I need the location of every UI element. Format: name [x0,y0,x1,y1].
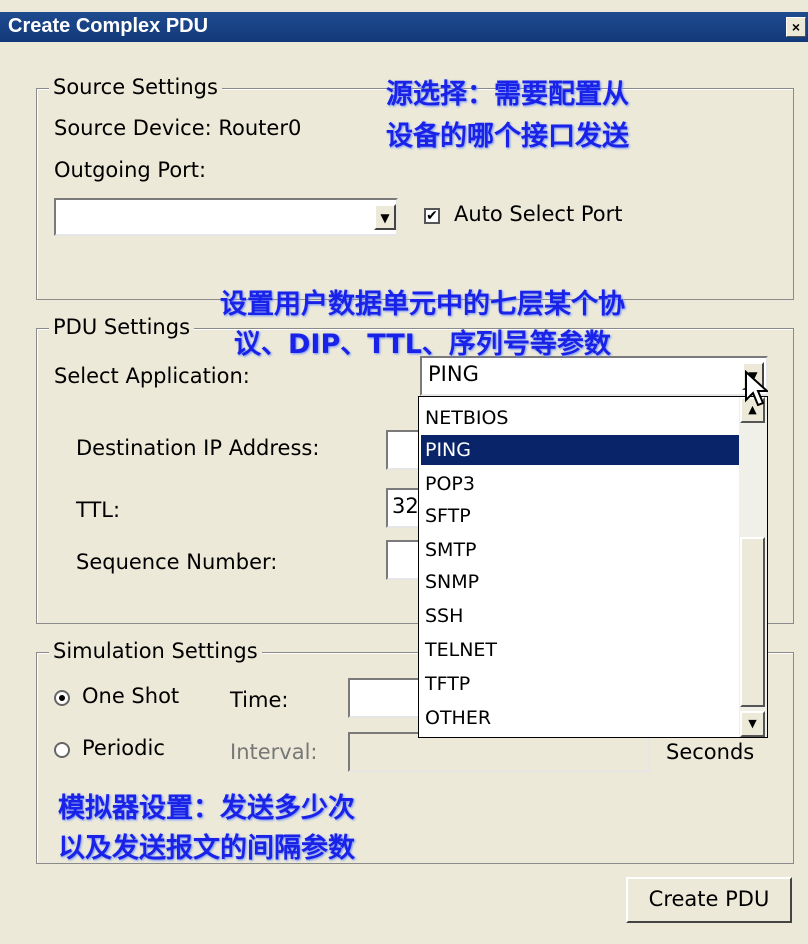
application-option[interactable]: NETBIOS [425,403,735,433]
one-shot-label[interactable]: One Shot [82,684,179,708]
annotation-source-line1: 源选择：需要配置从 [386,79,629,110]
auto-select-port-label[interactable]: Auto Select Port [454,202,623,226]
destination-ip-label: Destination IP Address: [76,436,320,460]
outgoing-port-dropdown-button[interactable]: ▼ [374,204,396,230]
application-dropdown-list[interactable]: NETBIOS PING POP3 SFTP SMTP SNMP SSH TELNET TFTP… [418,396,768,738]
outgoing-port-select[interactable] [54,198,398,236]
close-button[interactable]: × [786,17,806,37]
application-option[interactable]: OTHER [425,703,735,733]
application-option[interactable]: SNMP [425,567,735,597]
application-option[interactable]: SFTP [425,501,735,531]
ttl-value: 32 [392,494,419,518]
annotation-pdu-line1: 设置用户数据单元中的七层某个协 [220,289,625,320]
application-option[interactable]: SSH [425,601,735,631]
seconds-label: Seconds [666,740,755,764]
periodic-label[interactable]: Periodic [82,736,165,760]
select-application-value: PING [428,362,479,386]
interval-input [348,732,650,772]
select-application-label: Select Application: [54,364,250,388]
application-option[interactable]: POP3 [425,469,735,499]
source-settings-legend: Source Settings [49,75,222,99]
window-title: Create Complex PDU [8,15,209,37]
interval-label: Interval: [230,740,318,764]
outgoing-port-label: Outgoing Port: [54,158,207,182]
annotation-source-line2: 设备的哪个接口发送 [386,121,629,152]
chevron-down-icon: ▼ [380,211,390,225]
scrollbar-thumb[interactable] [740,537,765,707]
annotation-sim-line1: 模拟器设置：发送多少次 [58,793,355,824]
ttl-label: TTL: [76,498,121,522]
pdu-settings-legend: PDU Settings [49,315,195,339]
sequence-number-label: Sequence Number: [76,550,278,574]
mouse-cursor-icon [745,370,768,407]
application-option[interactable]: TFTP [425,669,735,699]
application-option[interactable]: SMTP [425,535,735,565]
periodic-radio[interactable] [54,742,70,758]
application-option[interactable]: PING [421,435,740,465]
annotation-pdu-line2: 议、DIP、TTL、序列号等参数 [234,329,611,360]
time-label: Time: [230,688,289,712]
select-application-select[interactable]: PING [420,356,768,396]
application-option[interactable]: TELNET [425,635,735,665]
simulation-settings-legend: Simulation Settings [49,639,262,663]
auto-select-port-checkbox[interactable]: ✔ [424,208,440,224]
dropdown-scrollbar[interactable]: ▲ ▼ [739,397,767,737]
source-device-label: Source Device: Router0 [54,116,302,140]
time-input[interactable] [348,678,420,718]
annotation-sim-line2: 以及发送报文的间隔参数 [58,833,355,864]
title-bar: Create Complex PDU × [0,12,808,42]
one-shot-radio[interactable] [54,690,70,706]
create-pdu-button[interactable]: Create PDU [626,877,792,923]
scroll-down-arrow-icon[interactable]: ▼ [740,711,765,737]
checkmark-icon: ✔ [426,208,438,224]
